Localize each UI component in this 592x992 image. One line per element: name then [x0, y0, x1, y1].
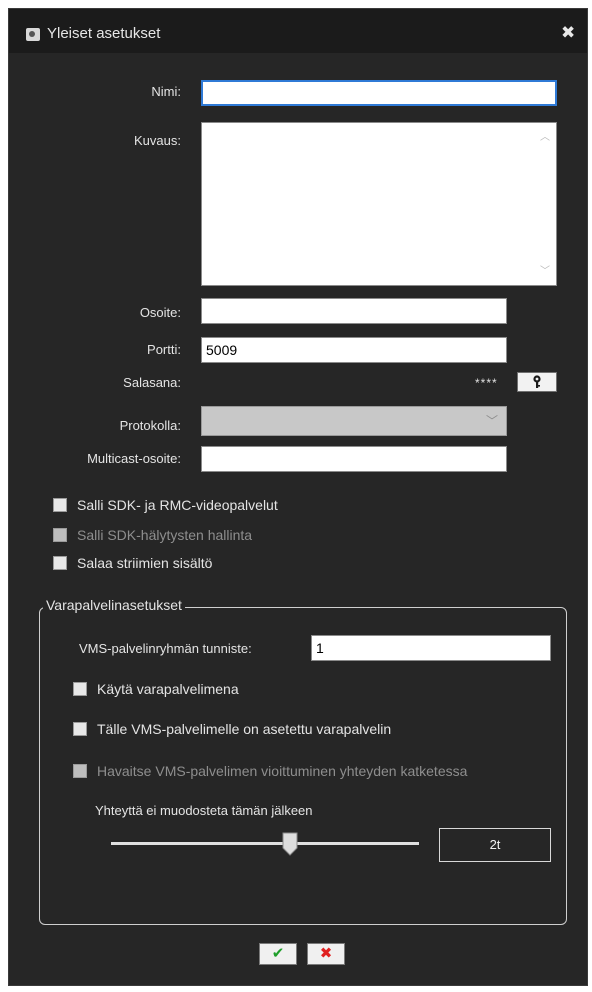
- description-field[interactable]: ︿ ﹀: [201, 122, 557, 286]
- timeout-label: Yhteyttä ei muodosteta tämän jälkeen: [95, 803, 313, 818]
- close-icon[interactable]: ✖: [561, 24, 575, 41]
- multicast-label: Multicast-osoite:: [87, 451, 181, 466]
- group-id-label: VMS-palvelinryhmän tunniste:: [79, 641, 252, 656]
- encrypt-streams-label: Salaa striimien sisältö: [77, 555, 213, 571]
- name-label: Nimi:: [151, 84, 181, 99]
- slider-thumb[interactable]: [282, 832, 298, 856]
- password-label: Salasana:: [123, 375, 181, 390]
- cancel-button[interactable]: ✖: [307, 943, 345, 965]
- timeout-value: 2t: [439, 828, 551, 862]
- window-title: Yleiset asetukset: [47, 25, 161, 42]
- protocol-select[interactable]: ﹀: [201, 406, 507, 436]
- sdk-rmc-checkbox[interactable]: [53, 498, 67, 512]
- use-as-backup-label: Käytä varapalvelimena: [97, 681, 239, 697]
- has-backup-checkbox[interactable]: [73, 722, 87, 736]
- address-field[interactable]: [201, 298, 507, 324]
- sdk-rmc-label: Salli SDK- ja RMC-videopalvelut: [77, 497, 278, 513]
- description-label: Kuvaus:: [134, 133, 181, 148]
- sdk-alarms-label: Salli SDK-hälytysten hallinta: [77, 527, 253, 543]
- sdk-alarms-checkbox: [53, 528, 67, 542]
- title-bar: Yleiset asetukset ✖: [9, 9, 587, 53]
- group-id-field[interactable]: [311, 635, 551, 661]
- detect-failure-label: Havaitse VMS-palvelimen vioittuminen yht…: [97, 763, 468, 779]
- port-field[interactable]: [201, 337, 507, 363]
- checkmark-icon: ✔: [271, 945, 285, 962]
- settings-window: Yleiset asetukset ✖ Nimi: Kuvaus: ︿ ﹀ Os…: [8, 8, 588, 986]
- change-password-button[interactable]: [517, 372, 557, 392]
- protocol-label: Protokolla:: [119, 418, 181, 433]
- port-label: Portti:: [147, 342, 181, 357]
- detect-failure-checkbox: [73, 764, 87, 778]
- settings-icon: [26, 28, 40, 41]
- has-backup-label: Tälle VMS-palvelimelle on asetettu varap…: [97, 721, 392, 737]
- timeout-slider[interactable]: [111, 842, 419, 845]
- multicast-field[interactable]: [201, 446, 507, 472]
- name-field[interactable]: [201, 80, 557, 106]
- use-as-backup-checkbox[interactable]: [73, 682, 87, 696]
- chevron-down-icon: ﹀: [485, 414, 498, 428]
- ok-button[interactable]: ✔: [259, 943, 297, 965]
- backup-settings-title: Varapalvelinasetukset: [43, 597, 185, 613]
- key-icon: [533, 375, 541, 388]
- scroll-up-icon[interactable]: ︿: [540, 133, 550, 143]
- address-label: Osoite:: [139, 305, 181, 320]
- cancel-icon: ✖: [319, 945, 333, 962]
- scroll-down-icon[interactable]: ﹀: [540, 267, 550, 277]
- password-mask: ****: [475, 376, 498, 390]
- encrypt-streams-checkbox[interactable]: [53, 556, 67, 570]
